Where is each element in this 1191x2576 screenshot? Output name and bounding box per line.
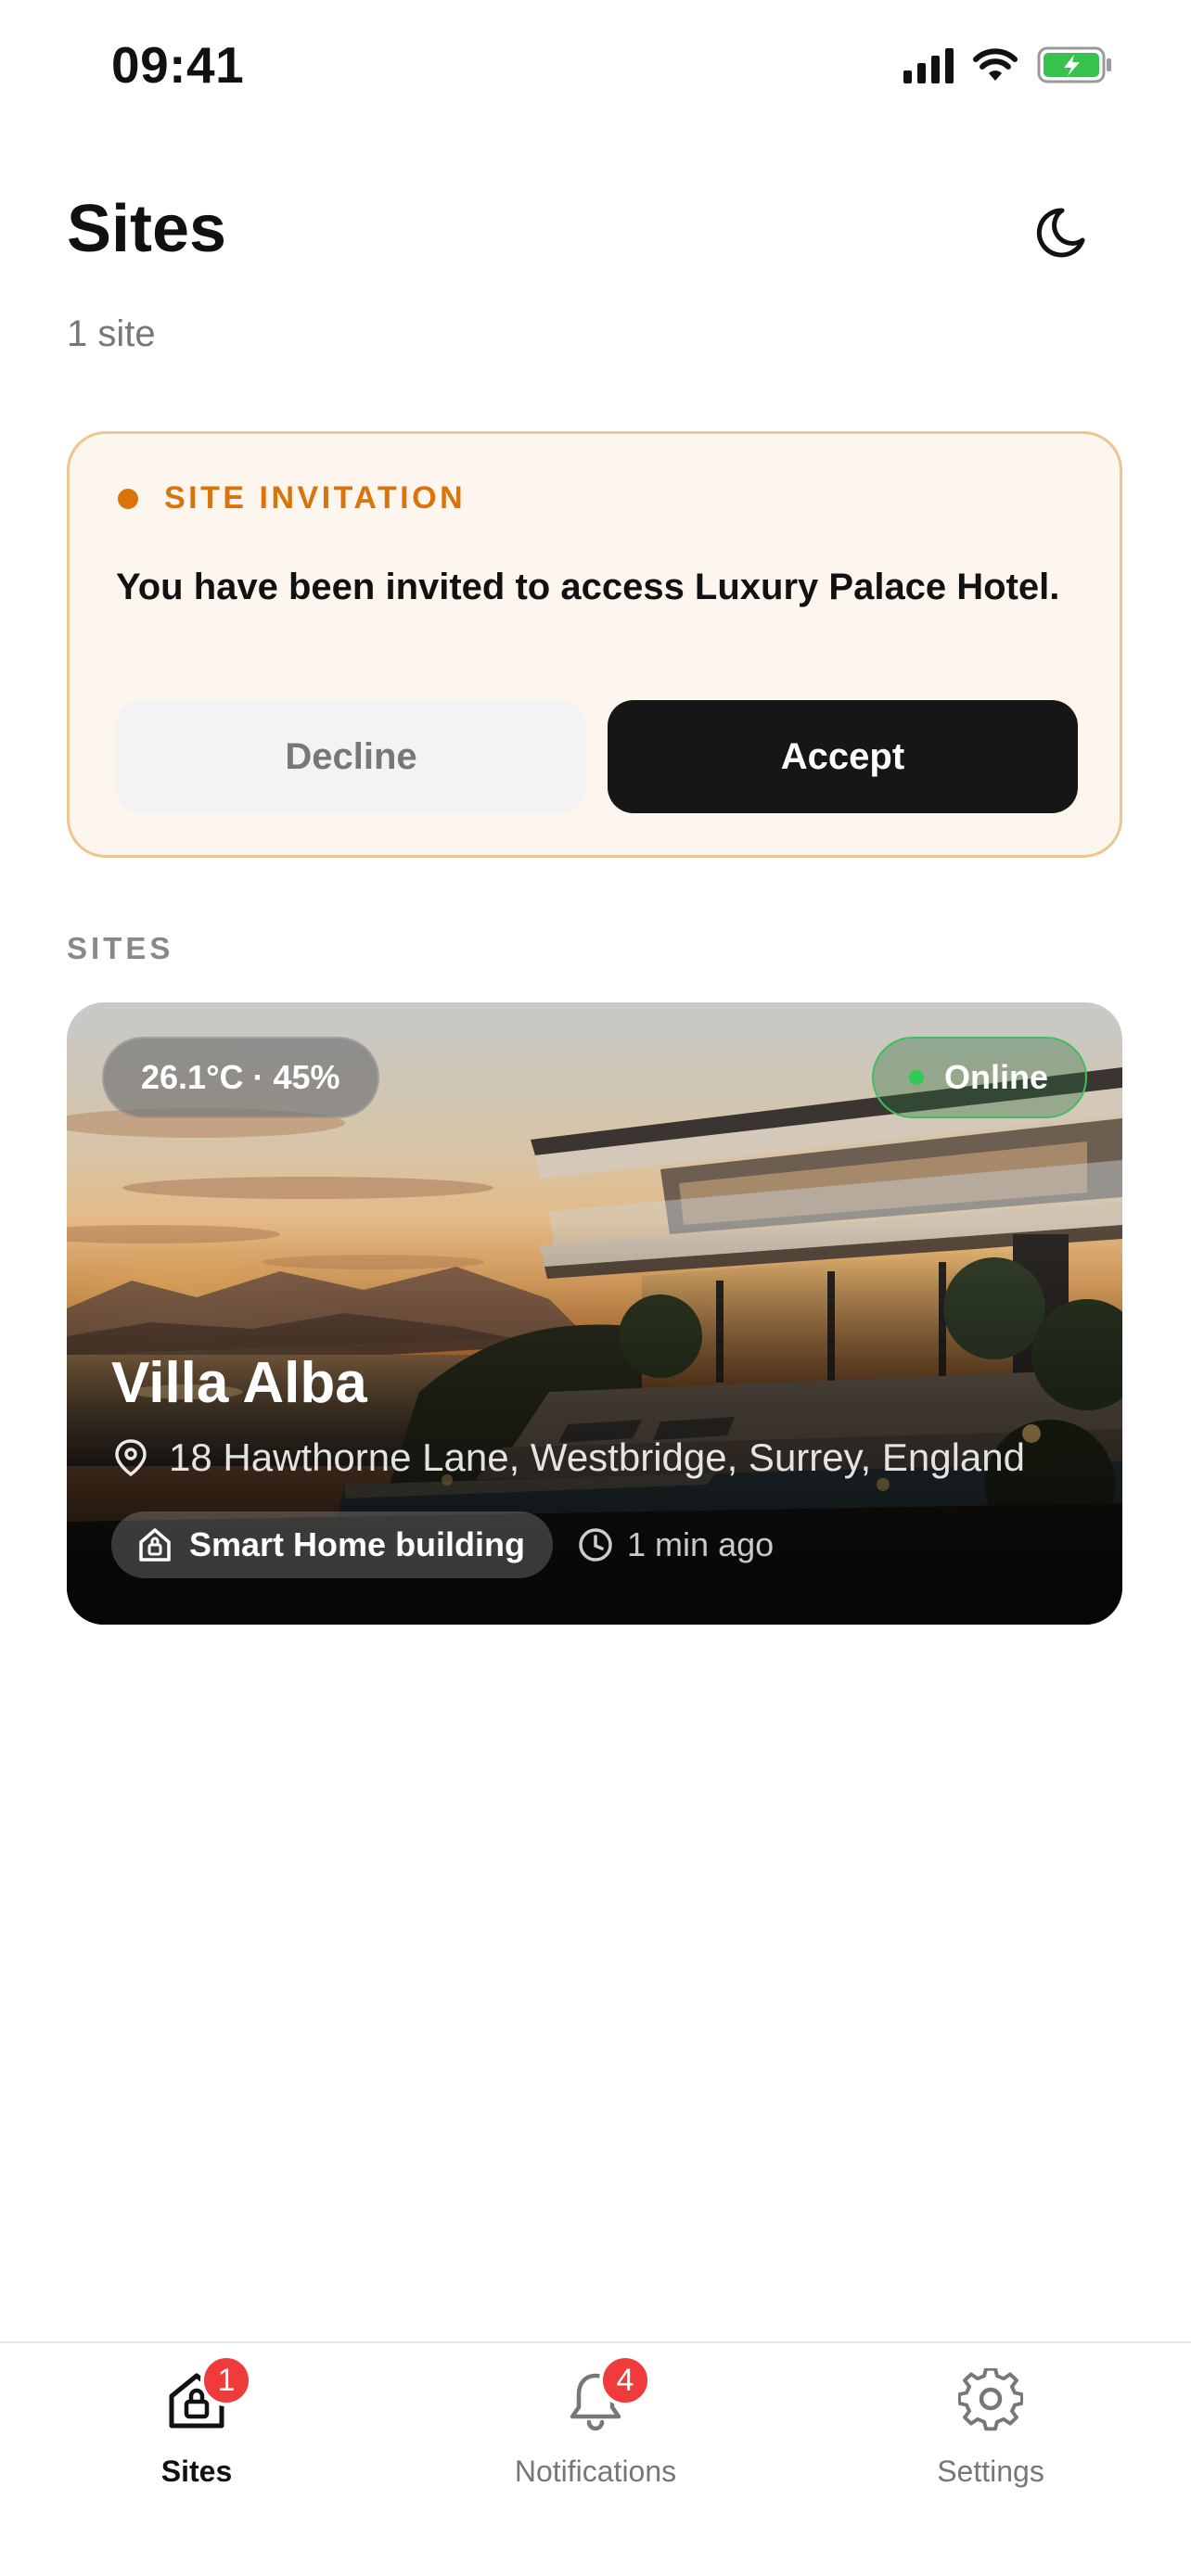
tab-settings[interactable]: Settings (861, 2343, 1121, 2529)
site-address: 18 Hawthorne Lane, Westbridge, Surrey, E… (113, 1435, 1025, 1480)
invitation-dot-icon (118, 488, 138, 509)
wifi-icon (973, 48, 1018, 81)
sites-badge: 1 (200, 2354, 252, 2406)
tab-sites-icon-wrap: 1 (160, 2354, 252, 2438)
notifications-badge: 4 (599, 2354, 651, 2406)
last-updated: 1 min ago (577, 1525, 774, 1564)
site-meta: Smart Home building 1 min ago (111, 1511, 774, 1578)
building-type-badge: Smart Home building (111, 1511, 554, 1578)
status-badge: Online (871, 1037, 1087, 1118)
tab-sites[interactable]: 1 Sites (67, 2343, 327, 2529)
battery-charging-icon (1037, 46, 1111, 83)
site-invitation-card: SITE INVITATION You have been invited to… (67, 431, 1122, 858)
tab-label: Settings (937, 2455, 1044, 2488)
invitation-header: SITE INVITATION (118, 480, 466, 516)
page-title: Sites (67, 192, 227, 266)
decline-button[interactable]: Decline (116, 700, 586, 813)
tab-settings-icon-wrap (954, 2364, 1028, 2438)
location-pin-icon (115, 1439, 147, 1477)
tab-label: Sites (160, 2455, 233, 2488)
gear-icon (958, 2368, 1023, 2431)
moon-icon (1036, 208, 1085, 258)
last-updated-text: 1 min ago (627, 1525, 775, 1563)
bottom-tab-bar: 1 Sites 4 Notifications Settings (0, 2341, 1191, 2576)
status-time: 09:41 (111, 36, 245, 94)
building-type-label: Smart Home building (189, 1525, 526, 1563)
climate-badge: 26.1°C · 45% (102, 1037, 379, 1118)
invitation-message: You have been invited to access Luxury P… (116, 567, 1060, 607)
online-dot-icon (908, 1070, 924, 1085)
site-address-text: 18 Hawthorne Lane, Westbridge, Surrey, E… (169, 1435, 1025, 1479)
clock-icon (579, 1528, 612, 1562)
status-icons (903, 46, 1113, 83)
invitation-label: SITE INVITATION (164, 480, 467, 516)
tab-notifications[interactable]: 4 Notifications (466, 2343, 725, 2529)
status-label: Online (943, 1058, 1048, 1096)
site-count: 1 site (67, 313, 156, 354)
smart-home-icon (139, 1528, 171, 1562)
site-card[interactable]: 26.1°C · 45% Online Villa Alba 18 Hawtho… (67, 1002, 1122, 1625)
sites-section-label: SITES (67, 931, 174, 965)
site-name: Villa Alba (111, 1351, 367, 1415)
accept-button[interactable]: Accept (608, 700, 1078, 813)
theme-toggle-button[interactable] (1030, 195, 1104, 269)
cellular-signal-icon (903, 46, 954, 83)
tab-label: Notifications (514, 2455, 677, 2488)
tab-notifications-icon-wrap: 4 (558, 2354, 651, 2438)
status-bar: 09:41 (0, 0, 1191, 139)
